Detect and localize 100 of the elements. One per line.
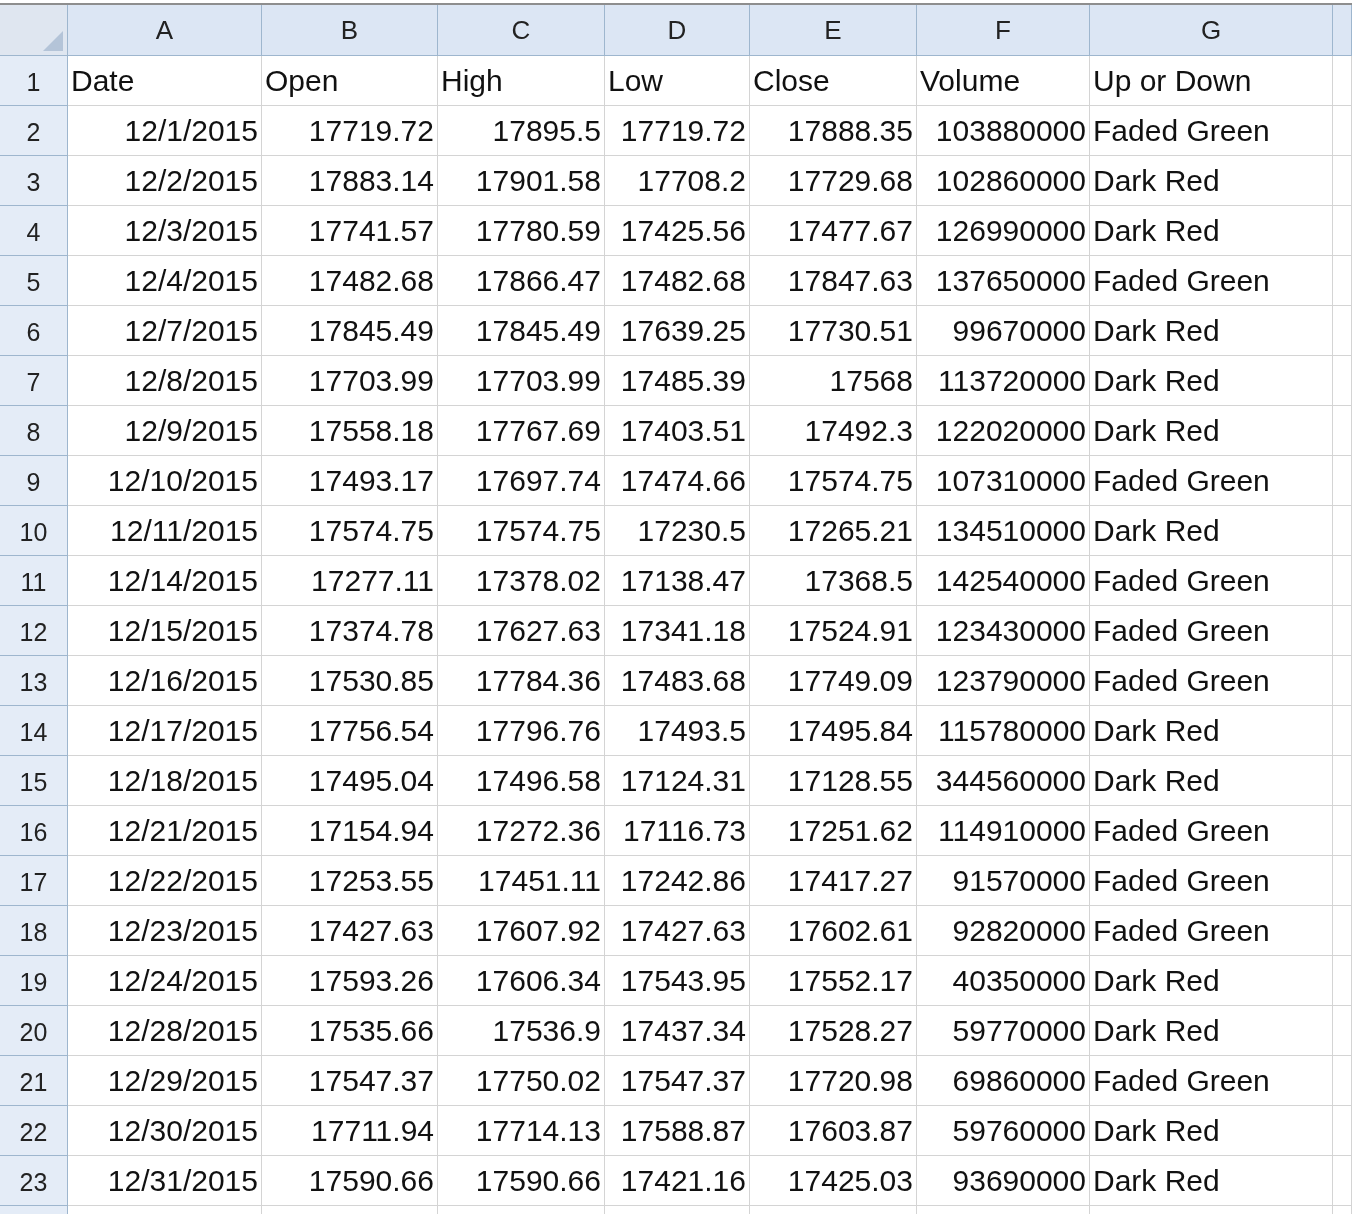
row-header[interactable]: 22 [0, 1106, 68, 1156]
table-cell: 12/21/2015 [107, 813, 258, 848]
table-cell: Faded Green [1093, 663, 1270, 698]
table-cell: 17895.5 [492, 113, 601, 148]
column-header[interactable]: E [750, 5, 917, 56]
row-header[interactable]: 3 [0, 156, 68, 206]
table-cell: 17496.58 [475, 763, 601, 798]
table-cell: 17495.84 [787, 713, 913, 748]
table-cell: 12/2/2015 [124, 163, 258, 198]
table-cell: 17639.25 [620, 313, 746, 348]
table-cell: 17543.95 [620, 963, 746, 998]
column-header[interactable] [1333, 5, 1352, 56]
table-cell: Faded Green [1093, 263, 1270, 298]
table-cell: 12/3/2015 [124, 213, 258, 248]
table-cell: 17437.34 [620, 1013, 746, 1048]
table-cell: 17603.87 [787, 1113, 913, 1148]
table-cell: 17845.49 [308, 313, 434, 348]
column-header[interactable]: G [1090, 5, 1333, 56]
table-cell: 12/9/2015 [124, 413, 258, 448]
table-cell: 17574.75 [475, 513, 601, 548]
column-header[interactable]: B [262, 5, 438, 56]
table-cell: 17574.75 [308, 513, 434, 548]
table-cell: 17482.68 [620, 263, 746, 298]
table-cell: 123430000 [935, 613, 1086, 648]
column-header[interactable]: F [917, 5, 1090, 56]
table-cell: 17590.66 [308, 1163, 434, 1198]
table-cell: 17474.66 [620, 463, 746, 498]
select-all-corner[interactable] [0, 5, 68, 56]
table-cell: 12/18/2015 [107, 763, 258, 798]
row-header[interactable]: 7 [0, 356, 68, 406]
table-cell: 59770000 [952, 1013, 1086, 1048]
table-cell: 17703.99 [308, 363, 434, 398]
table-cell: 12/24/2015 [107, 963, 258, 998]
table-cell: 17124.31 [620, 763, 746, 798]
row-header[interactable]: 14 [0, 706, 68, 756]
table-cell: Open [265, 63, 339, 98]
row-header[interactable]: 6 [0, 306, 68, 356]
table-cell: 17253.55 [308, 863, 434, 898]
table-cell: Faded Green [1093, 863, 1270, 898]
row-header[interactable]: 8 [0, 406, 68, 456]
table-cell: Dark Red [1093, 163, 1220, 198]
row-header[interactable]: 21 [0, 1056, 68, 1106]
row-header[interactable]: 12 [0, 606, 68, 656]
table-cell: 17590.66 [475, 1163, 601, 1198]
table-cell: 12/28/2015 [107, 1013, 258, 1048]
row-header[interactable]: 11 [0, 556, 68, 606]
table-cell: 17451.11 [478, 863, 601, 898]
table-cell: 17729.68 [787, 163, 913, 198]
table-cell: 17421.16 [620, 1163, 746, 1198]
table-cell: 59760000 [952, 1113, 1086, 1148]
table-cell: 17784.36 [475, 663, 601, 698]
row-header[interactable]: 15 [0, 756, 68, 806]
table-cell: 17427.63 [308, 913, 434, 948]
table-cell: 12/14/2015 [107, 563, 258, 598]
table-cell: 17528.27 [787, 1013, 913, 1048]
table-cell: 17558.18 [308, 413, 434, 448]
row-header[interactable]: 20 [0, 1006, 68, 1056]
table-cell: Dark Red [1093, 213, 1220, 248]
table-cell: 17888.35 [787, 113, 913, 148]
row-header[interactable]: 5 [0, 256, 68, 306]
column-header[interactable]: C [438, 5, 605, 56]
table-cell: 17427.63 [620, 913, 746, 948]
column-header[interactable]: A [68, 5, 262, 56]
table-cell: 17703.99 [475, 363, 601, 398]
table-cell: 17277.11 [311, 563, 434, 598]
table-cell: 17606.34 [475, 963, 601, 998]
table-cell: 12/22/2015 [107, 863, 258, 898]
row-header[interactable]: 16 [0, 806, 68, 856]
row-header[interactable]: 4 [0, 206, 68, 256]
row-header[interactable]: 10 [0, 506, 68, 556]
table-cell: 17495.04 [308, 763, 434, 798]
row-header[interactable]: 23 [0, 1156, 68, 1206]
row-header[interactable]: 19 [0, 956, 68, 1006]
table-cell: 17767.69 [475, 413, 601, 448]
table-cell: 93690000 [952, 1163, 1086, 1198]
table-cell: 17708.2 [637, 163, 746, 198]
table-cell: 17536.9 [492, 1013, 601, 1048]
table-cell: 17796.76 [475, 713, 601, 748]
table-cell: 12/15/2015 [107, 613, 258, 648]
row-header[interactable]: 9 [0, 456, 68, 506]
row-header[interactable]: 13 [0, 656, 68, 706]
table-cell: 17492.3 [804, 413, 913, 448]
row-header[interactable]: 18 [0, 906, 68, 956]
row-header[interactable]: 17 [0, 856, 68, 906]
table-cell: 17866.47 [475, 263, 601, 298]
column-header[interactable]: D [605, 5, 750, 56]
table-cell: 17593.26 [308, 963, 434, 998]
table-cell: 12/23/2015 [107, 913, 258, 948]
table-cell: 17574.75 [787, 463, 913, 498]
table-cell: 113720000 [938, 363, 1086, 398]
row-header[interactable]: 1 [0, 56, 68, 106]
table-cell: 12/4/2015 [124, 263, 258, 298]
table-cell: 17730.51 [787, 313, 913, 348]
table-cell: 115780000 [938, 713, 1086, 748]
triangle-icon [43, 31, 63, 51]
table-cell: 17524.91 [787, 613, 913, 648]
table-cell: 12/17/2015 [107, 713, 258, 748]
row-header[interactable]: 2 [0, 106, 68, 156]
table-cell: 17230.5 [637, 513, 746, 548]
table-cell: 17780.59 [475, 213, 601, 248]
